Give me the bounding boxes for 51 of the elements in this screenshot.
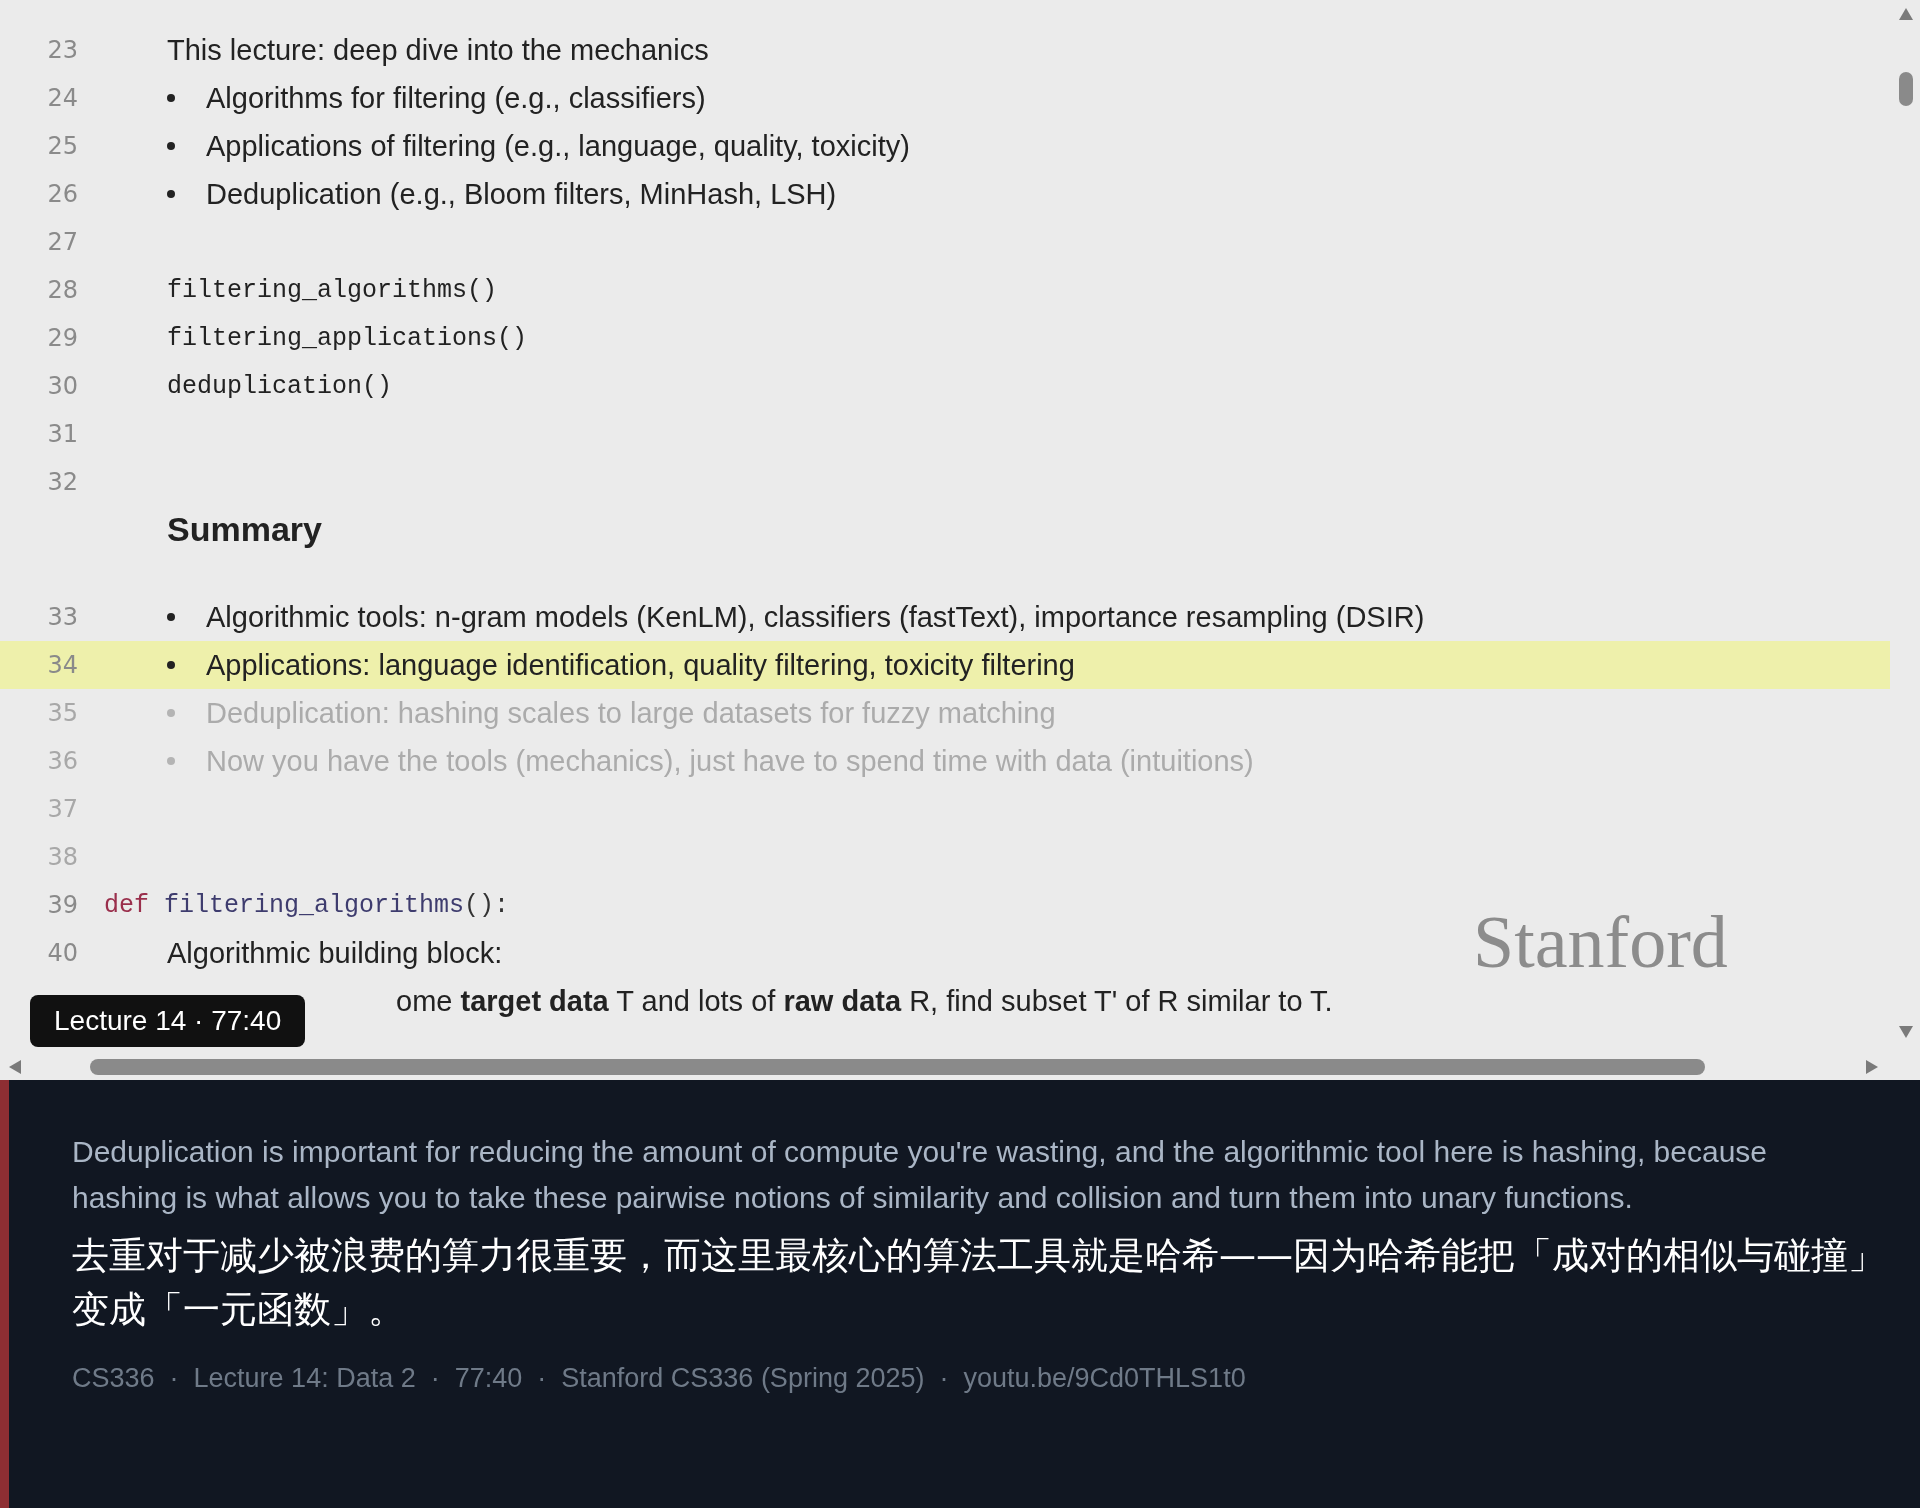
line-number: 30: [46, 372, 78, 400]
bullet-icon: [167, 709, 175, 717]
vertical-scrollbar-thumb[interactable]: [1899, 72, 1913, 106]
logo-text: Stanford: [1473, 900, 1728, 985]
line-number: 24: [46, 84, 78, 112]
code-line: def filtering_algorithms():: [104, 890, 510, 920]
bullet-icon: [167, 190, 175, 198]
line-number: 26: [46, 180, 78, 208]
line-number: 29: [46, 324, 78, 352]
line-number: 34: [46, 651, 78, 679]
section-heading: Summary: [167, 510, 322, 549]
line-number: 33: [46, 603, 78, 631]
scroll-up-icon[interactable]: [1899, 8, 1913, 20]
scroll-right-icon[interactable]: [1866, 1060, 1878, 1074]
scroll-down-icon[interactable]: [1899, 1026, 1913, 1038]
bullet-text: Deduplication: hashing scales to large datasets for fuzzy matching: [206, 696, 1056, 730]
line-number: 35: [46, 699, 78, 727]
text-line: Algorithmic building block:: [167, 936, 503, 970]
english-caption: Deduplication is important for reducing the amount of compute you're wasting, and the algorithmic tool here is hashing, because hashing is what allows you to take these pairwise notions of similarity and collision and turn them into unary functions.: [72, 1134, 1769, 1216]
bullet-text: Applications of filtering (e.g., language, quality, toxicity): [206, 129, 910, 163]
bullet-icon: [167, 613, 175, 621]
bullet-text: Now you have the tools (mechanics), just have to spend time with data (intuitions): [206, 744, 1254, 778]
line-number: 27: [46, 228, 78, 256]
line-number: 40: [46, 939, 78, 967]
scroll-left-icon[interactable]: [9, 1060, 21, 1074]
bullet-text: Algorithmic tools: n-gram models (KenLM), classifiers (fastText), importance resampling (DSIR): [206, 600, 1425, 634]
code-line: filtering_algorithms(): [167, 275, 498, 305]
line-number: 25: [46, 132, 78, 160]
bullet-icon: [167, 94, 175, 102]
line-number: 37: [46, 795, 78, 823]
line-number: 23: [46, 36, 78, 64]
timestamp-badge: Lecture 14 · 77:40: [30, 995, 306, 1047]
line-number: 28: [46, 276, 78, 304]
bullet-text: Deduplication (e.g., Bloom filters, MinHash, LSH): [206, 177, 837, 211]
bullet-icon: [167, 142, 175, 150]
line-number: 38: [46, 843, 78, 871]
text-line: ome target data T and lots of raw data R, find subset T' of R similar to T.: [396, 984, 1333, 1018]
horizontal-scrollbar-thumb[interactable]: [90, 1059, 1705, 1075]
chinese-caption: 去重对于减少被浪费的算力很重要，而这里最核心的算法工具就是哈希——因为哈希能把「成对的相似与碰撞」变成「一元函数」。: [72, 1233, 1886, 1333]
line-number: 36: [46, 747, 78, 775]
line-number: 31: [46, 420, 78, 448]
bullet-icon: [167, 661, 175, 669]
caption-source: CS336 · Lecture 14: Data 2 · 77:40 · Stanford CS336 (Spring 2025) · youtu.be/9Cd0THLS1t0: [72, 1363, 1247, 1394]
bullet-text: Applications: language identification, quality filtering, toxicity filtering: [206, 648, 1075, 682]
bullet-icon: [167, 757, 175, 765]
code-line: deduplication(): [167, 371, 393, 401]
code-line: filtering_applications(): [167, 323, 528, 353]
bullet-text: Algorithms for filtering (e.g., classifiers): [206, 81, 706, 115]
text-line: This lecture: deep dive into the mechanics: [167, 33, 709, 67]
line-number: 39: [46, 891, 78, 919]
line-number: 32: [46, 468, 78, 496]
